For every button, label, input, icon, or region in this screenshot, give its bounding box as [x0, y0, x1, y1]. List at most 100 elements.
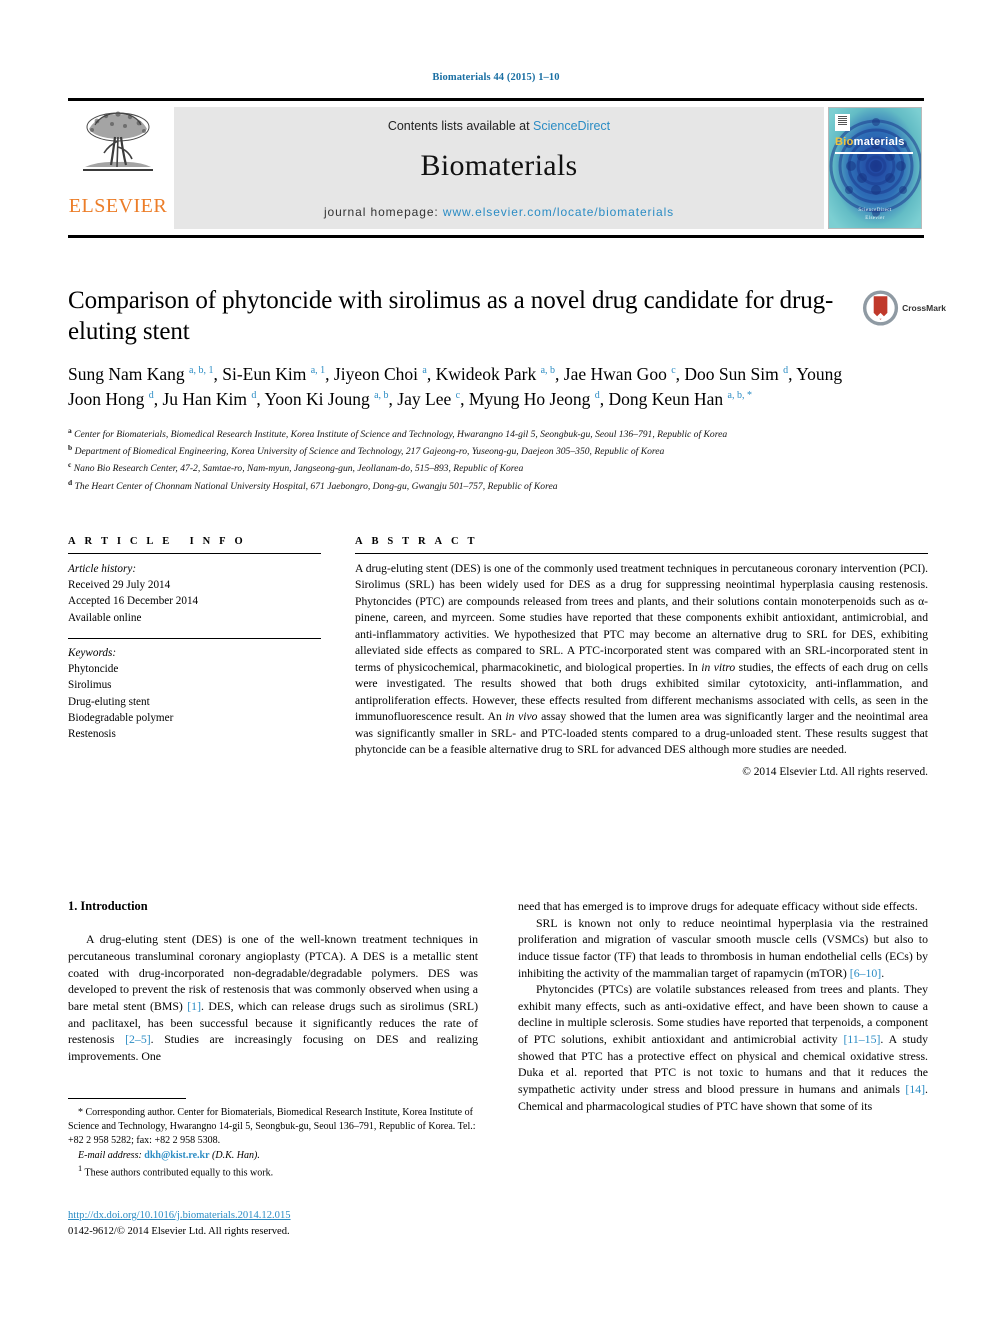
issn-copyright: 0142-9612/© 2014 Elsevier Ltd. All right… — [68, 1225, 290, 1237]
article-history-label: Article history: — [68, 563, 137, 575]
journal-homepage-line: journal homepage: www.elsevier.com/locat… — [174, 205, 824, 219]
cover-journal-title: Biomaterials — [835, 136, 905, 148]
author-name: Doo Sun Sim — [684, 364, 784, 384]
affiliation-list: a Center for Biomaterials, Biomedical Re… — [68, 425, 858, 494]
footnote-mark-1: 1 — [78, 1163, 83, 1173]
affiliation-item: c Nano Bio Research Center, 47-2, Samtae… — [68, 459, 858, 476]
intro-right-seg-2: . — [881, 965, 885, 980]
affiliation-item: d The Heart Center of Chonnam National U… — [68, 477, 858, 494]
abstract-text: A drug-eluting stent (DES) is one of the… — [355, 561, 928, 758]
keyword-item: Phytoncide — [68, 663, 119, 676]
author-affiliation-mark: d — [148, 390, 154, 402]
footer-block: http://dx.doi.org/10.1016/j.biomaterials… — [68, 1208, 488, 1240]
abstract-italic-in-vivo: in vivo — [505, 710, 538, 724]
affiliation-text: Center for Biomaterials, Biomedical Rese… — [71, 428, 728, 440]
footnote-rule — [68, 1098, 186, 1099]
cover-title-rest: materials — [853, 136, 905, 148]
journal-article-page: Biomaterials 44 (2015) 1–10 ELSEVIER Con… — [0, 0, 992, 1323]
journal-title: Biomaterials — [420, 149, 578, 182]
author-affiliation-mark: a, b, * — [727, 390, 752, 402]
author-affiliation-mark: a, b — [540, 365, 556, 377]
affiliation-item: b Department of Biomedical Engineering, … — [68, 442, 858, 459]
journal-cover-thumbnail: Biomaterials ScienceDirect Elsevier — [828, 107, 922, 229]
cover-footer-line2: Elsevier — [865, 215, 885, 221]
body-column-right: need that has emerged is to improve drug… — [518, 898, 928, 1114]
author-affiliation-mark: a — [422, 365, 427, 377]
article-info-rule — [68, 553, 321, 554]
citation-ref-14[interactable]: [14] — [905, 1082, 925, 1096]
elsevier-wordmark: ELSEVIER — [68, 195, 168, 217]
crossmark-badge[interactable]: CrossMark — [862, 288, 946, 328]
cover-publisher-mark — [835, 114, 850, 131]
article-history-lines: Received 29 July 2014 Accepted 16 Decembe… — [68, 577, 321, 626]
citation-ref-2-5[interactable]: [2–5] — [125, 1032, 151, 1046]
author-affiliation-mark: d — [783, 365, 789, 377]
contents-available-line: Contents lists available at ScienceDirec… — [174, 107, 824, 133]
citation-ref-1[interactable]: [1] — [187, 999, 201, 1013]
footnote-equal-contribution: 1 These authors contributed equally to t… — [68, 1163, 478, 1181]
author-affiliation-mark: c — [671, 365, 676, 377]
citation-ref-11-15[interactable]: [11–15] — [844, 1032, 881, 1046]
sciencedirect-link[interactable]: ScienceDirect — [533, 119, 610, 133]
abstract-segment-1: A drug-eluting stent (DES) is one of the… — [355, 562, 928, 674]
abstract-heading: A B S T R A C T — [355, 536, 478, 547]
footnote-email: E-mail address: dkh@kist.re.kr (D.K. Han… — [68, 1149, 478, 1163]
intro-paragraph-right-3: Phytoncides (PTCs) are volatile substanc… — [518, 981, 928, 1114]
affiliation-text: The Heart Center of Chonnam National Uni… — [72, 480, 558, 492]
author-name: Ju Han Kim — [162, 388, 252, 409]
article-history-item: Accepted 16 December 2014 — [68, 595, 199, 608]
abstract-copyright: © 2014 Elsevier Ltd. All rights reserved… — [742, 766, 928, 779]
abstract-italic-in-vitro: in vitro — [701, 660, 736, 674]
author-affiliation-mark: a, b — [374, 390, 389, 402]
cover-footer-line1: ScienceDirect — [858, 208, 892, 213]
article-info-block: A R T I C L E I N F O Article history: R… — [68, 536, 321, 742]
crossmark-label: CrossMark — [902, 303, 946, 313]
journal-homepage-link[interactable]: www.elsevier.com/locate/biomaterials — [443, 205, 674, 219]
affiliation-text: Department of Biomedical Engineering, Ko… — [72, 446, 665, 458]
author-name: Kwideok Park — [435, 364, 541, 384]
author-affiliation-mark: d — [251, 390, 257, 402]
masthead-center-panel: Contents lists available at ScienceDirec… — [174, 107, 824, 229]
keywords-lines: Phytoncide Sirolimus Drug-eluting stent Bio… — [68, 661, 321, 742]
cover-title-first: Bio — [835, 136, 854, 148]
intro-paragraph-right-1: need that has emerged is to improve drug… — [518, 899, 918, 913]
journal-masthead: ELSEVIER Contents lists available at Sci… — [68, 98, 924, 238]
affiliation-item: a Center for Biomaterials, Biomedical Re… — [68, 425, 858, 442]
title-block: Comparison of phytoncide with sirolimus … — [68, 286, 858, 494]
email-owner: (D.K. Han). — [212, 1149, 260, 1161]
keyword-item: Sirolimus — [68, 679, 112, 692]
intro-paragraph-left: A drug-eluting stent (DES) is one of the… — [68, 931, 478, 1064]
author-name: Jiyeon Choi — [333, 364, 423, 384]
homepage-prefix: journal homepage: — [323, 205, 443, 219]
author-affiliation-mark: c — [455, 390, 461, 402]
article-history-item: Received 29 July 2014 — [68, 579, 171, 592]
email-link[interactable]: dkh@kist.re.kr — [144, 1150, 209, 1161]
footnote-equal-text: These authors contributed equally to thi… — [84, 1167, 274, 1179]
email-label: E-mail address: — [78, 1149, 142, 1161]
abstract-rule — [355, 553, 928, 554]
footnote-corresponding-author: * Corresponding author. Center for Bioma… — [68, 1107, 476, 1147]
doi-link[interactable]: http://dx.doi.org/10.1016/j.biomaterials… — [68, 1208, 488, 1224]
keyword-item: Drug-eluting stent — [68, 695, 150, 708]
elsevier-logo: ELSEVIER — [68, 101, 168, 235]
author-name: Dong Keun Han — [608, 388, 728, 409]
author-list: Sung Nam Kang a, b, 1, Si-Eun Kim a, 1, … — [68, 364, 843, 409]
footnote-block: * Corresponding author. Center for Bioma… — [68, 1098, 478, 1180]
elsevier-tree-icon — [83, 111, 153, 171]
keyword-item: Biodegradable polymer — [68, 711, 174, 724]
author-affiliation-mark: a, b, 1 — [189, 365, 214, 377]
cover-footer: ScienceDirect Elsevier — [829, 207, 921, 222]
citation-ref-6-10[interactable]: [6–10] — [850, 966, 881, 980]
article-history-item: Available online — [68, 611, 142, 624]
author-name: Yoon Ki Joung — [264, 388, 375, 409]
intro-paragraph-right-2: SRL is known not only to reduce neointim… — [518, 915, 928, 982]
contents-prefix: Contents lists available at — [387, 119, 534, 133]
author-affiliation-mark: a, 1 — [310, 365, 326, 377]
crossmark-icon — [862, 290, 899, 326]
cover-underline — [835, 152, 913, 154]
author-affiliation-mark: d — [594, 390, 600, 402]
article-info-heading: A R T I C L E I N F O — [68, 536, 247, 547]
body-column-left: 1. Introduction A drug-eluting stent (DE… — [68, 898, 478, 1064]
author-name: Sung Nam Kang — [68, 364, 190, 384]
author-name: Myung Ho Jeong — [468, 388, 595, 409]
